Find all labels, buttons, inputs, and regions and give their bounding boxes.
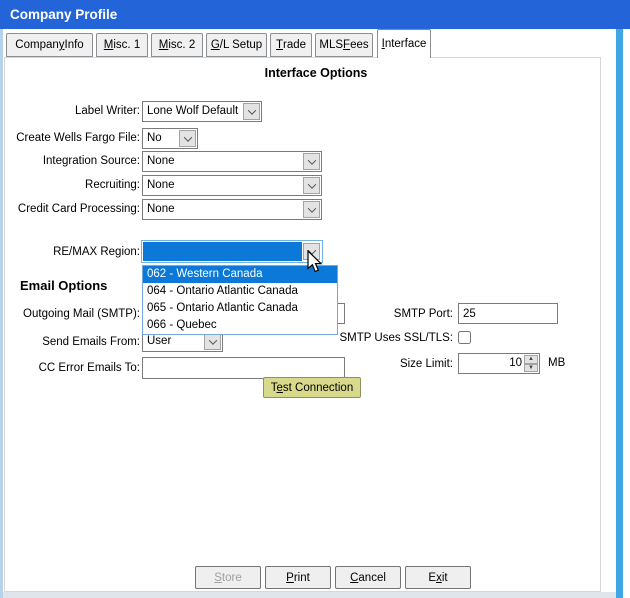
window-border-right xyxy=(616,29,623,598)
remax-region-dropdown-list: 062 - Western Canada 064 - Ontario Atlan… xyxy=(142,265,338,335)
button-label: rint xyxy=(293,571,310,584)
tab-trade[interactable]: Trade xyxy=(270,33,312,57)
size-limit-label: Size Limit: xyxy=(399,358,453,370)
send-emails-from-dropdown-button[interactable] xyxy=(204,333,221,350)
button-label-mnemonic: P xyxy=(286,571,294,584)
button-label: E xyxy=(428,571,437,584)
dropdown-option-066[interactable]: 066 - Quebec xyxy=(143,317,337,334)
tab-label: isc. 1 xyxy=(113,39,141,51)
remax-region-label: RE/MAX Region: xyxy=(53,246,140,258)
chevron-down-icon xyxy=(307,155,316,165)
tab-misc-1[interactable]: Misc. 1 xyxy=(96,33,148,57)
window-border-left xyxy=(0,29,3,598)
tab-label: isc. 2 xyxy=(168,39,196,51)
window-border-bottom xyxy=(3,592,616,598)
tab-label-mnemonic: G xyxy=(210,39,220,51)
credit-card-processing-label: Credit Card Processing: xyxy=(17,203,140,215)
tab-interface[interactable]: Interface xyxy=(377,29,431,58)
tab-label: rade xyxy=(283,39,307,51)
tab-label: Info xyxy=(64,39,84,51)
chevron-down-icon xyxy=(183,132,192,142)
button-label: ancel xyxy=(358,571,386,584)
chevron-down-icon xyxy=(307,179,316,189)
titlebar: Company Profile xyxy=(0,0,630,29)
tab-mls-fees[interactable]: MLS Fees xyxy=(315,33,373,57)
integration-source-label: Integration Source: xyxy=(42,155,140,167)
email-options-heading: Email Options xyxy=(20,278,108,293)
button-label: it xyxy=(441,571,448,584)
tab-label-mnemonic: F xyxy=(343,39,351,51)
company-profile-window: Company Profile Compan y Info Misc. 1 Mis… xyxy=(0,0,630,598)
tab-label: nterface xyxy=(384,38,427,50)
integration-source-value: None xyxy=(147,155,175,167)
store-button[interactable]: Store xyxy=(195,566,261,589)
recruiting-dropdown-button[interactable] xyxy=(303,177,320,194)
cancel-button[interactable]: Cancel xyxy=(335,566,401,589)
recruiting-combobox[interactable]: None xyxy=(142,175,322,196)
button-label: tore xyxy=(221,571,242,584)
spinner-down-button[interactable]: ▼ xyxy=(524,363,538,372)
window-title: Company Profile xyxy=(10,7,118,22)
recruiting-label: Recruiting: xyxy=(85,179,140,191)
label-writer-value: Lone Wolf Default xyxy=(147,105,239,117)
tab-gl-setup[interactable]: G/L Setup xyxy=(206,33,267,57)
cc-error-emails-label: CC Error Emails To: xyxy=(38,362,140,374)
chevron-down-icon xyxy=(208,335,217,345)
tab-misc-2[interactable]: Misc. 2 xyxy=(151,33,203,57)
button-label: st Connection xyxy=(282,381,354,394)
tab-label: Compan xyxy=(15,39,59,51)
mouse-cursor-icon xyxy=(307,250,323,273)
wells-fargo-combobox[interactable]: No xyxy=(142,128,198,149)
dropdown-option-064[interactable]: 064 - Ontario Atlantic Canada xyxy=(143,283,337,300)
smtp-ssl-checkbox[interactable] xyxy=(458,331,471,344)
credit-card-processing-dropdown-button[interactable] xyxy=(303,201,320,218)
spinner-up-button[interactable]: ▲ xyxy=(524,355,538,364)
wells-fargo-label: Create Wells Fargo File: xyxy=(16,132,140,144)
integration-source-combobox[interactable]: None xyxy=(142,151,322,172)
button-label-mnemonic: S xyxy=(214,571,222,584)
smtp-ssl-label: SMTP Uses SSL/TLS: xyxy=(339,332,453,344)
tab-label-mnemonic: M xyxy=(158,39,169,51)
test-connection-button[interactable]: Test Connection xyxy=(263,377,361,398)
remax-region-selected-highlight xyxy=(143,242,302,261)
label-writer-combobox[interactable]: Lone Wolf Default xyxy=(142,101,262,122)
chevron-down-icon xyxy=(247,105,256,115)
chevron-down-icon xyxy=(307,203,316,213)
tab-company-info[interactable]: Compan y Info xyxy=(6,33,93,57)
label-writer-label: Label Writer: xyxy=(75,105,140,117)
tab-label: /L Setup xyxy=(219,39,263,51)
tab-label: ees xyxy=(350,39,369,51)
dropdown-option-065[interactable]: 065 - Ontario Atlantic Canada xyxy=(143,300,337,317)
credit-card-processing-combobox[interactable]: None xyxy=(142,199,322,220)
smtp-port-input[interactable] xyxy=(458,303,558,324)
tab-label-mnemonic: T xyxy=(275,39,283,51)
recruiting-value: None xyxy=(147,179,175,191)
outgoing-mail-label: Outgoing Mail (SMTP): xyxy=(23,308,140,320)
tab-label: MLS xyxy=(319,39,344,51)
size-limit-unit: MB xyxy=(548,357,566,369)
wells-fargo-value: No xyxy=(147,132,162,144)
smtp-port-label: SMTP Port: xyxy=(393,308,453,320)
print-button[interactable]: Print xyxy=(265,566,331,589)
send-emails-from-label: Send Emails From: xyxy=(42,336,140,348)
size-limit-value: 10 xyxy=(509,357,522,369)
cc-error-emails-input[interactable] xyxy=(142,357,345,379)
wells-fargo-dropdown-button[interactable] xyxy=(179,130,196,147)
integration-source-dropdown-button[interactable] xyxy=(303,153,320,170)
label-writer-dropdown-button[interactable] xyxy=(243,103,260,120)
remax-region-combobox[interactable] xyxy=(141,240,323,263)
credit-card-processing-value: None xyxy=(147,203,175,215)
tab-label-mnemonic: M xyxy=(103,39,114,51)
exit-button[interactable]: Exit xyxy=(405,566,471,589)
size-limit-spinner[interactable]: 10 ▲ ▼ xyxy=(458,353,540,374)
interface-options-heading: Interface Options xyxy=(264,66,368,80)
